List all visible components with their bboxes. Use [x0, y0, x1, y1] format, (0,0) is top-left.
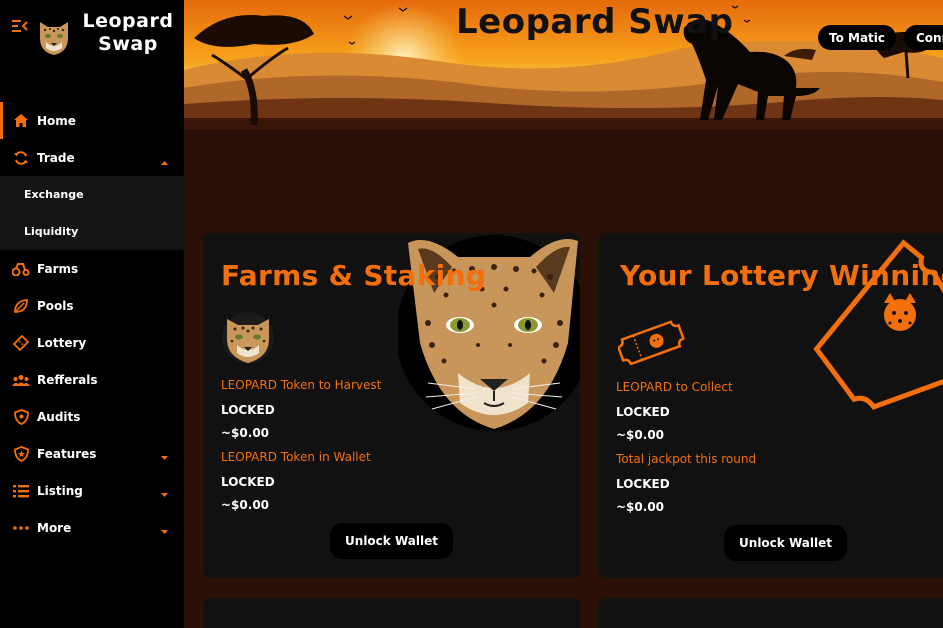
brand-name-line1: Leopard: [82, 10, 174, 32]
sidebar-item-pools[interactable]: Pools: [0, 287, 184, 324]
farms-staking-card: Farms & Staking LEOPARD Token to Harvest…: [203, 233, 580, 578]
sidebar-item-label: Listing: [37, 483, 83, 498]
leopard-logo-icon: [36, 18, 72, 56]
leopard-token-icon: [221, 311, 275, 369]
wallet-usd-value: ~$0.00: [221, 498, 270, 512]
sidebar-subitem-label: Exchange: [24, 188, 84, 201]
sidebar-item-label: Pools: [37, 298, 74, 313]
connect-button[interactable]: Connect: [904, 25, 943, 50]
sidebar-item-exchange[interactable]: Exchange: [0, 176, 184, 213]
lottery-icon: [12, 334, 30, 352]
listing-icon: [12, 482, 30, 500]
features-icon: [12, 445, 30, 463]
wallet-label: LEOPARD Token in Wallet: [221, 450, 371, 464]
referrals-icon: [12, 371, 30, 389]
sidebar-item-label: Home: [37, 113, 76, 128]
sidebar-subitem-label: Liquidity: [24, 225, 79, 238]
chevron-down-icon: [161, 487, 168, 501]
sidebar-item-audits[interactable]: Audits: [0, 398, 184, 435]
jackpot-label: Total jackpot this round: [616, 452, 757, 466]
lottery-winnings-card: Your Lottery Winnings LEOPARD to Collect…: [598, 233, 943, 578]
chevron-down-icon: [161, 524, 168, 538]
unlock-wallet-button[interactable]: Unlock Wallet: [330, 523, 453, 559]
trade-icon: [12, 149, 30, 167]
sidebar-item-label: Refferals: [37, 372, 98, 387]
harvest-label: LEOPARD Token to Harvest: [221, 378, 382, 392]
sidebar: Leopard Swap Home Trade Exchange Liquidi…: [0, 0, 184, 628]
jackpot-usd-value: ~$0.00: [616, 500, 665, 514]
harvest-usd-value: ~$0.00: [221, 426, 270, 440]
sidebar-item-label: Trade: [37, 150, 75, 165]
ticket-icon: [616, 315, 688, 369]
sidebar-item-referrals[interactable]: Refferals: [0, 361, 184, 398]
collect-value: LOCKED: [616, 405, 670, 419]
next-card-top-left: [203, 598, 580, 628]
brand: Leopard Swap: [0, 0, 184, 80]
wallet-value: LOCKED: [221, 475, 275, 489]
collect-label: LEOPARD to Collect: [616, 380, 733, 394]
sidebar-nav: Home Trade Exchange Liquidity Farms Pool…: [0, 102, 184, 546]
sidebar-item-liquidity[interactable]: Liquidity: [0, 213, 184, 250]
sidebar-item-more[interactable]: More: [0, 509, 184, 546]
sidebar-item-farms[interactable]: Farms: [0, 250, 184, 287]
farms-icon: [12, 260, 30, 278]
sidebar-item-home[interactable]: Home: [0, 102, 184, 139]
to-matic-button[interactable]: To Matic: [818, 25, 896, 50]
sidebar-item-label: Audits: [37, 409, 81, 424]
menu-toggle-icon[interactable]: [12, 18, 28, 37]
pools-icon: [12, 297, 30, 315]
brand-name-line2: Swap: [98, 33, 158, 55]
sidebar-item-trade[interactable]: Trade: [0, 139, 184, 176]
sidebar-item-label: Farms: [37, 261, 79, 276]
sidebar-item-label: Features: [37, 446, 97, 461]
next-card-top-right: [598, 598, 943, 628]
header-banner: Leopard Swap To Matic Connect: [184, 0, 943, 130]
sidebar-item-label: Lottery: [37, 335, 87, 350]
lottery-card-title: Your Lottery Winnings: [620, 259, 943, 292]
chevron-down-icon: [161, 450, 168, 464]
audits-icon: [12, 408, 30, 426]
collect-usd-value: ~$0.00: [616, 428, 665, 442]
sidebar-item-label: More: [37, 520, 72, 535]
more-icon: [12, 519, 30, 537]
farms-card-title: Farms & Staking: [221, 259, 487, 292]
brand-name: Leopard Swap: [78, 10, 178, 56]
page-title: Leopard Swap: [456, 2, 734, 42]
home-icon: [12, 112, 30, 130]
chevron-up-icon: [161, 154, 168, 168]
harvest-value: LOCKED: [221, 403, 275, 417]
sidebar-item-listing[interactable]: Listing: [0, 472, 184, 509]
sidebar-item-lottery[interactable]: Lottery: [0, 324, 184, 361]
unlock-wallet-button[interactable]: Unlock Wallet: [724, 525, 847, 561]
trade-subnav: Exchange Liquidity: [0, 176, 184, 250]
jackpot-value: LOCKED: [616, 477, 670, 491]
sidebar-item-features[interactable]: Features: [0, 435, 184, 472]
